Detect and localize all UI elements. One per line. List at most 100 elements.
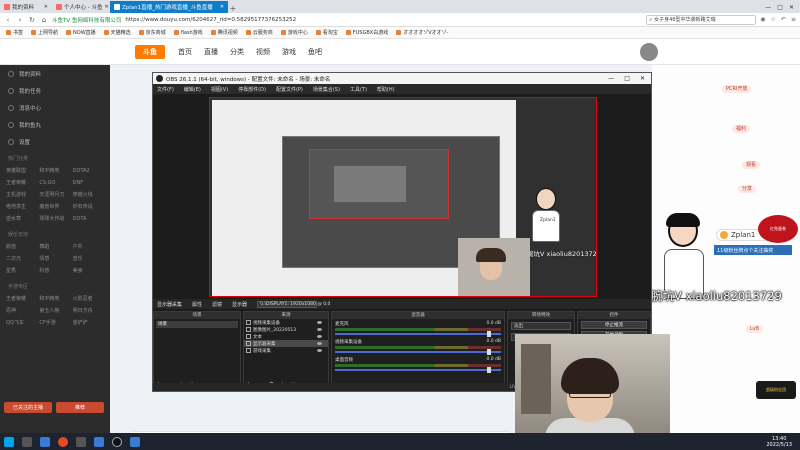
category-link[interactable]: 天涯明月刀 bbox=[39, 190, 70, 200]
search-input[interactable]: ⌕ 女子身48型中华袭新路艾瑞 bbox=[646, 14, 757, 25]
close-window-button[interactable]: ✕ bbox=[640, 75, 645, 82]
category-link[interactable]: 王者荣耀 bbox=[6, 178, 37, 188]
refresh-icon[interactable]: ↻ bbox=[28, 16, 36, 24]
nav-item[interactable]: 直播 bbox=[204, 47, 218, 57]
category-link[interactable]: QQ飞车 bbox=[6, 318, 37, 328]
menu-item[interactable]: 文件(F) bbox=[157, 86, 174, 93]
display-select[interactable]: \\.\DISPLAY1: 1920x1080 @ 0,0 bbox=[257, 300, 330, 308]
category-link[interactable]: DOTA bbox=[73, 214, 104, 224]
source-item-selected[interactable]: 显示器采集 bbox=[244, 340, 328, 347]
close-icon[interactable]: ✕ bbox=[104, 4, 108, 10]
obs-preview[interactable]: Zplan1 入坑腕坑V xiaoliu82013729 bbox=[209, 97, 597, 297]
menu-item[interactable]: 视图(V) bbox=[211, 86, 228, 93]
volume-slider[interactable] bbox=[335, 349, 501, 355]
eye-icon[interactable] bbox=[317, 349, 322, 352]
nav-item[interactable]: 分类 bbox=[230, 47, 244, 57]
category-link[interactable]: 魔兽世界 bbox=[39, 202, 70, 212]
minimize-button[interactable]: — bbox=[608, 75, 614, 82]
back-icon[interactable]: ‹ bbox=[4, 16, 12, 24]
bookmark-item[interactable]: オオオオゾVオオゾ- bbox=[396, 29, 448, 36]
minimize-button[interactable]: — bbox=[765, 4, 771, 11]
category-link[interactable]: 和平精英 bbox=[39, 294, 70, 304]
browser-tab[interactable]: 我的资料 ✕ bbox=[0, 1, 52, 13]
category-link[interactable]: 火影忍者 bbox=[73, 294, 104, 304]
menu-item[interactable]: 停靠部件(D) bbox=[238, 86, 266, 93]
category-link[interactable]: 舞蹈 bbox=[39, 242, 70, 252]
forward-icon[interactable]: › bbox=[16, 16, 24, 24]
bookmark-item[interactable]: NOW直播 bbox=[66, 29, 96, 36]
menu-item[interactable]: 帮助(H) bbox=[377, 86, 395, 93]
sidebar-item[interactable]: 我的任务 bbox=[0, 82, 110, 99]
transition-select[interactable]: 淡出 bbox=[511, 322, 571, 330]
nav-item[interactable]: 视频 bbox=[256, 47, 270, 57]
stop-streaming-button[interactable]: 停止推流 bbox=[581, 321, 647, 329]
undo-icon[interactable]: ↶ bbox=[781, 16, 786, 23]
sidebar-item[interactable]: 我的鱼丸 bbox=[0, 116, 110, 133]
category-link[interactable]: 和平精英 bbox=[39, 166, 70, 176]
category-link[interactable]: 情感 bbox=[39, 254, 70, 264]
category-link[interactable]: 金铲铲 bbox=[73, 318, 104, 328]
volume-slider[interactable] bbox=[335, 331, 501, 337]
bookmark-item[interactable]: 腾讯视频 bbox=[210, 29, 238, 36]
source-item[interactable]: 图像图片_20220513 bbox=[244, 326, 328, 333]
category-link[interactable]: 音乐 bbox=[73, 254, 104, 264]
scene-item[interactable]: 场景 bbox=[156, 321, 238, 328]
eye-icon[interactable] bbox=[317, 321, 322, 324]
sidebar-item[interactable]: 消息中心 bbox=[0, 99, 110, 116]
category-link[interactable]: CS:GO bbox=[39, 178, 70, 188]
category-link[interactable]: 户外 bbox=[73, 242, 104, 252]
menu-item[interactable]: 场景集合(S) bbox=[313, 86, 340, 93]
system-clock[interactable]: 13:40 2022/5/13 bbox=[766, 436, 800, 448]
star-icon[interactable]: ☆ bbox=[771, 16, 776, 23]
category-link[interactable]: DOTA2 bbox=[73, 166, 104, 176]
browser-icon[interactable] bbox=[58, 436, 68, 447]
browser-tab[interactable]: 个人中心 - 斗鱼 ✕ bbox=[52, 1, 110, 13]
properties-button[interactable]: 属性 bbox=[192, 301, 202, 308]
nav-item[interactable]: 鱼吧 bbox=[308, 47, 322, 57]
url-field[interactable]: https://www.douyu.com/6204627_rid=0.5829… bbox=[125, 17, 296, 23]
bookmark-item[interactable]: 书签 bbox=[6, 29, 23, 36]
menu-item[interactable]: 编辑(E) bbox=[184, 86, 201, 93]
volume-slider[interactable] bbox=[335, 367, 501, 373]
eye-icon[interactable] bbox=[317, 328, 322, 331]
source-item[interactable]: 视频采集设备 bbox=[244, 319, 328, 326]
extension-icon[interactable]: ◉ bbox=[760, 16, 765, 23]
nav-item[interactable]: 游戏 bbox=[282, 47, 296, 57]
category-link[interactable]: 颜值 bbox=[6, 242, 37, 252]
browser-tab-active[interactable]: Zplan1直播_热门游戏直播_斗鱼直播 ✕ bbox=[110, 1, 228, 13]
category-link[interactable]: 绝地求生 bbox=[6, 202, 37, 212]
status-badge[interactable]: 福利 bbox=[732, 125, 751, 133]
category-link[interactable]: 原神 bbox=[6, 306, 37, 316]
bookmark-item[interactable]: FUSGBX白游戏 bbox=[345, 29, 388, 36]
menu-item[interactable]: 工具(T) bbox=[350, 86, 367, 93]
close-icon[interactable]: ✕ bbox=[220, 4, 224, 10]
category-link[interactable]: DNF bbox=[73, 178, 104, 188]
category-link[interactable]: 逆水寒 bbox=[6, 214, 37, 224]
menu-icon[interactable]: ≡ bbox=[791, 16, 796, 23]
bookmark-item[interactable]: 云服务商 bbox=[245, 29, 273, 36]
category-link[interactable]: 星秀 bbox=[6, 266, 37, 276]
category-link[interactable]: 英雄联盟 bbox=[6, 166, 37, 176]
category-link[interactable]: 炉石传说 bbox=[73, 202, 104, 212]
category-link[interactable]: 科普 bbox=[39, 266, 70, 276]
sidebar-item[interactable]: 我的资料 bbox=[0, 65, 110, 82]
bookmark-item[interactable]: 天猫精选 bbox=[103, 29, 131, 36]
source-item[interactable]: 文本 bbox=[244, 333, 328, 340]
category-link[interactable]: 二次元 bbox=[6, 254, 37, 264]
bookmark-item[interactable]: 游戏中心 bbox=[280, 29, 308, 36]
maximize-button[interactable]: □ bbox=[777, 4, 783, 11]
status-badge[interactable]: 观看 bbox=[742, 161, 761, 169]
eye-icon[interactable] bbox=[317, 342, 322, 345]
douyu-logo[interactable]: 斗鱼 bbox=[135, 45, 165, 59]
eye-icon[interactable] bbox=[317, 335, 322, 338]
bookmark-item[interactable]: 上网导航 bbox=[31, 29, 58, 36]
source-item[interactable]: 游戏采集 bbox=[244, 347, 328, 354]
windows-start-icon[interactable] bbox=[4, 436, 14, 447]
terminal-icon[interactable] bbox=[76, 436, 86, 447]
category-link[interactable]: 主机游戏 bbox=[6, 190, 37, 200]
avatar[interactable] bbox=[640, 43, 658, 61]
steam-icon[interactable] bbox=[40, 436, 50, 447]
maximize-button[interactable]: □ bbox=[624, 75, 630, 82]
status-badge[interactable]: Lv8 bbox=[746, 325, 763, 333]
category-link[interactable]: 球球大作战 bbox=[39, 214, 70, 224]
